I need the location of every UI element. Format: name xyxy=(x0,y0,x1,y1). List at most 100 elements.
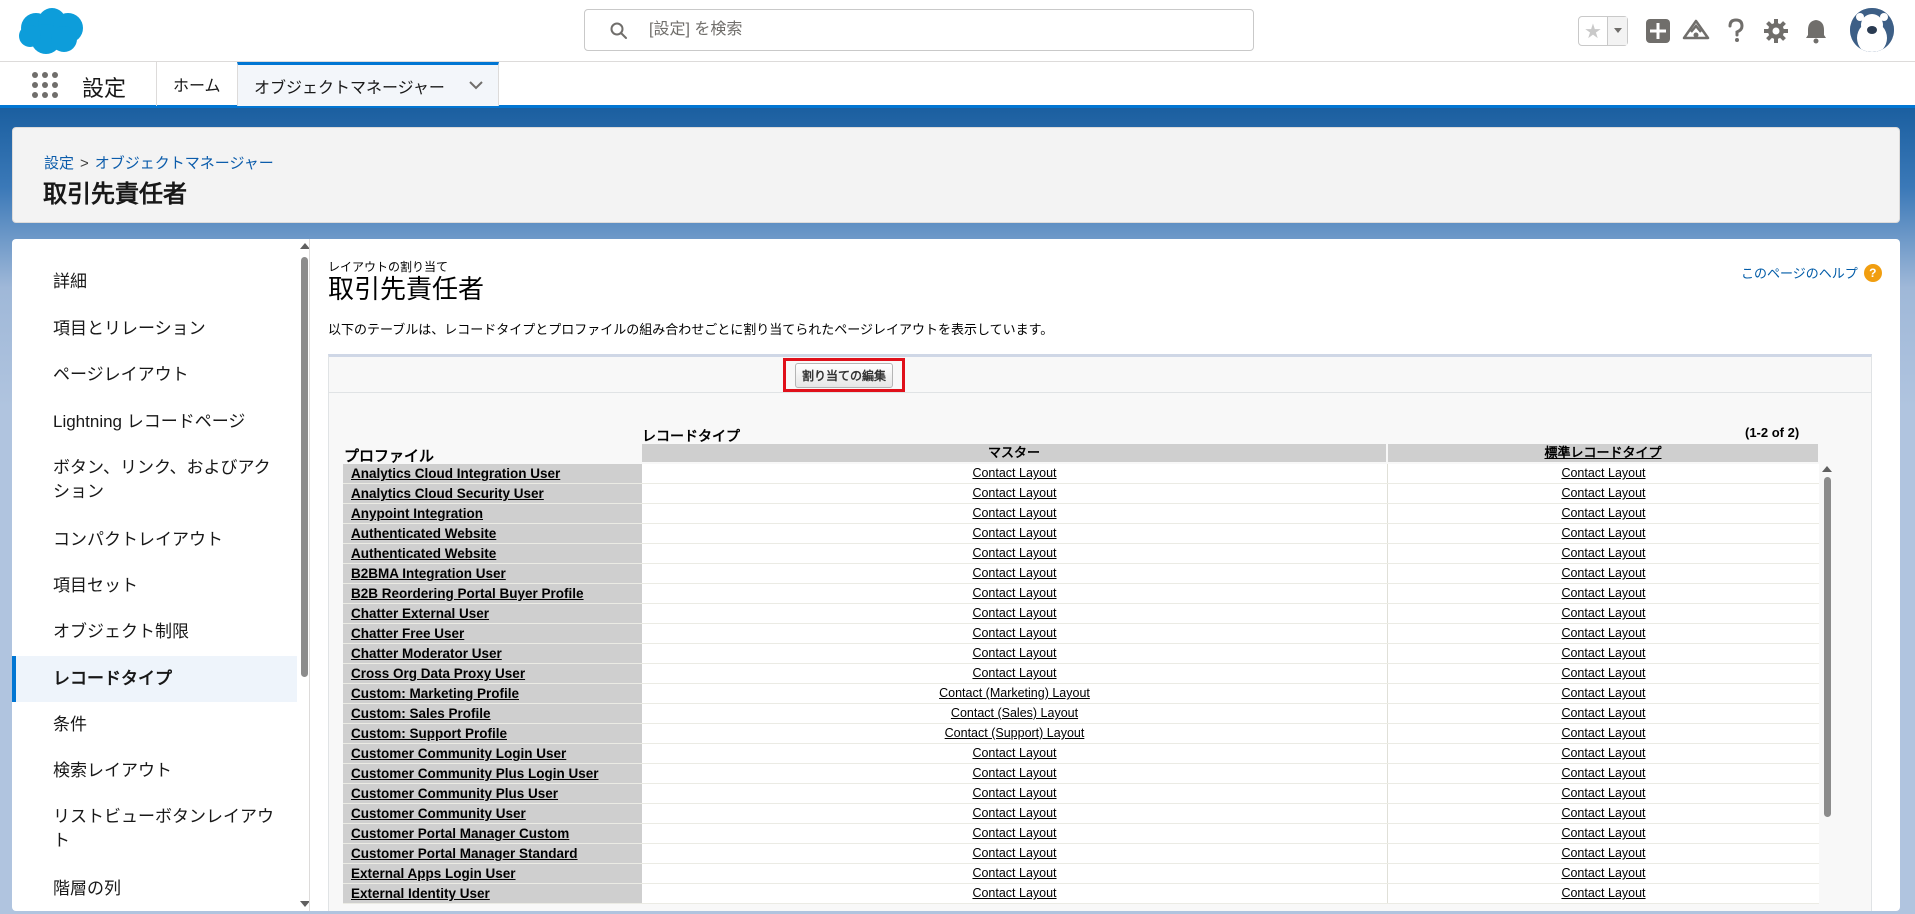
favorites-control[interactable]: ★ xyxy=(1578,16,1628,46)
sidebar-item-conditions[interactable]: 条件 xyxy=(12,713,297,737)
standard-layout-cell[interactable]: Contact Layout xyxy=(1388,624,1819,643)
master-layout-cell[interactable]: Contact Layout xyxy=(642,844,1388,863)
standard-layout-cell[interactable]: Contact Layout xyxy=(1388,684,1819,703)
standard-layout-cell[interactable]: Contact Layout xyxy=(1388,464,1819,483)
setup-button[interactable] xyxy=(1761,16,1791,46)
standard-layout-cell[interactable]: Contact Layout xyxy=(1388,504,1819,523)
sidebar-item-search-layouts[interactable]: 検索レイアウト xyxy=(12,759,297,783)
master-layout-cell[interactable]: Contact Layout xyxy=(642,484,1388,503)
sidebar-item-list-view-button-layout[interactable]: リストビューボタンレイアウ ト xyxy=(12,805,297,853)
breadcrumb-setup[interactable]: 設定 xyxy=(44,155,74,172)
search-input[interactable] xyxy=(649,18,1229,42)
breadcrumb-object-manager[interactable]: オブジェクトマネージャー xyxy=(95,155,274,172)
sidebar-item-hierarchy-columns[interactable]: 階層の列 xyxy=(12,877,297,901)
master-layout-cell[interactable]: Contact (Sales) Layout xyxy=(642,704,1388,723)
profile-cell[interactable]: Cross Org Data Proxy User xyxy=(343,664,642,683)
master-layout-cell[interactable]: Contact Layout xyxy=(642,524,1388,543)
profile-cell[interactable]: Custom: Sales Profile xyxy=(343,704,642,723)
scrollbar-thumb[interactable] xyxy=(1824,477,1831,817)
salesforce-logo-icon[interactable] xyxy=(16,6,88,56)
profile-cell[interactable]: Anypoint Integration xyxy=(343,504,642,523)
master-layout-cell[interactable]: Contact Layout xyxy=(642,644,1388,663)
column-header-standard-record-type[interactable]: 標準レコードタイプ xyxy=(1388,444,1818,462)
master-layout-cell[interactable]: Contact Layout xyxy=(642,744,1388,763)
profile-cell[interactable]: B2BMA Integration User xyxy=(343,564,642,583)
sidebar-item-buttons-links-actions[interactable]: ボタン、リンク、およびアク ション xyxy=(12,456,297,504)
profile-cell[interactable]: External Identity User xyxy=(343,884,642,903)
standard-layout-cell[interactable]: Contact Layout xyxy=(1388,824,1819,843)
profile-cell[interactable]: Analytics Cloud Integration User xyxy=(343,464,642,483)
standard-layout-cell[interactable]: Contact Layout xyxy=(1388,744,1819,763)
standard-layout-cell[interactable]: Contact Layout xyxy=(1388,844,1819,863)
master-layout-cell[interactable]: Contact Layout xyxy=(642,784,1388,803)
profile-cell[interactable]: Customer Community Plus User xyxy=(343,784,642,803)
scroll-up-arrow-icon[interactable] xyxy=(1822,466,1832,472)
master-layout-cell[interactable]: Contact Layout xyxy=(642,624,1388,643)
master-layout-cell[interactable]: Contact Layout xyxy=(642,504,1388,523)
sidebar-item-details[interactable]: 詳細 xyxy=(12,270,297,294)
user-avatar[interactable] xyxy=(1850,8,1894,52)
master-layout-cell[interactable]: Contact Layout xyxy=(642,764,1388,783)
table-scrollbar[interactable] xyxy=(1820,462,1834,911)
scroll-down-arrow-icon[interactable] xyxy=(300,901,309,907)
app-launcher-icon[interactable] xyxy=(32,72,58,98)
sidebar-item-lightning-record-pages[interactable]: Lightning レコードページ xyxy=(12,410,297,434)
master-layout-cell[interactable]: Contact Layout xyxy=(642,584,1388,603)
standard-layout-cell[interactable]: Contact Layout xyxy=(1388,484,1819,503)
profile-cell[interactable]: Custom: Marketing Profile xyxy=(343,684,642,703)
profile-cell[interactable]: Authenticated Website xyxy=(343,544,642,563)
standard-layout-cell[interactable]: Contact Layout xyxy=(1388,564,1819,583)
scroll-up-arrow-icon[interactable] xyxy=(300,243,309,249)
sidebar-scrollbar[interactable] xyxy=(298,239,309,911)
master-layout-cell[interactable]: Contact Layout xyxy=(642,804,1388,823)
profile-cell[interactable]: Chatter Moderator User xyxy=(343,644,642,663)
master-layout-cell[interactable]: Contact Layout xyxy=(642,604,1388,623)
nav-tab-object-manager[interactable]: オブジェクトマネージャー xyxy=(237,62,499,106)
profile-cell[interactable]: Customer Portal Manager Custom xyxy=(343,824,642,843)
help-for-this-page[interactable]: このページのヘルプ ? xyxy=(1741,263,1882,282)
standard-layout-cell[interactable]: Contact Layout xyxy=(1388,604,1819,623)
profile-cell[interactable]: Customer Community Plus Login User xyxy=(343,764,642,783)
trailhead-button[interactable] xyxy=(1681,16,1711,46)
master-layout-cell[interactable]: Contact Layout xyxy=(642,664,1388,683)
standard-layout-cell[interactable]: Contact Layout xyxy=(1388,544,1819,563)
sidebar-item-field-sets[interactable]: 項目セット xyxy=(12,574,297,598)
profile-cell[interactable]: Analytics Cloud Security User xyxy=(343,484,642,503)
nav-tab-home[interactable]: ホーム xyxy=(156,62,237,106)
master-layout-cell[interactable]: Contact Layout xyxy=(642,824,1388,843)
master-layout-cell[interactable]: Contact Layout xyxy=(642,864,1388,883)
master-layout-cell[interactable]: Contact Layout xyxy=(642,884,1388,903)
chevron-down-icon[interactable] xyxy=(468,77,484,93)
master-layout-cell[interactable]: Contact (Support) Layout xyxy=(642,724,1388,743)
profile-cell[interactable]: Customer Community Login User xyxy=(343,744,642,763)
standard-layout-cell[interactable]: Contact Layout xyxy=(1388,664,1819,683)
global-search[interactable] xyxy=(584,9,1254,51)
standard-layout-cell[interactable]: Contact Layout xyxy=(1388,524,1819,543)
star-icon[interactable]: ★ xyxy=(1579,17,1607,45)
standard-layout-cell[interactable]: Contact Layout xyxy=(1388,724,1819,743)
profile-cell[interactable]: Authenticated Website xyxy=(343,524,642,543)
standard-layout-cell[interactable]: Contact Layout xyxy=(1388,764,1819,783)
sidebar-item-page-layouts[interactable]: ページレイアウト xyxy=(12,363,297,387)
standard-layout-cell[interactable]: Contact Layout xyxy=(1388,584,1819,603)
help-button[interactable] xyxy=(1721,16,1751,46)
standard-layout-cell[interactable]: Contact Layout xyxy=(1388,884,1819,903)
help-question-icon[interactable]: ? xyxy=(1863,263,1882,282)
sidebar-item-compact-layouts[interactable]: コンパクトレイアウト xyxy=(12,528,297,552)
sidebar-item-fields-relationships[interactable]: 項目とリレーション xyxy=(12,317,297,341)
profile-cell[interactable]: Chatter Free User xyxy=(343,624,642,643)
profile-cell[interactable]: Customer Portal Manager Standard xyxy=(343,844,642,863)
standard-layout-cell[interactable]: Contact Layout xyxy=(1388,784,1819,803)
master-layout-cell[interactable]: Contact (Marketing) Layout xyxy=(642,684,1388,703)
standard-layout-cell[interactable]: Contact Layout xyxy=(1388,804,1819,823)
scrollbar-thumb[interactable] xyxy=(301,257,308,677)
standard-layout-cell[interactable]: Contact Layout xyxy=(1388,704,1819,723)
notifications-button[interactable] xyxy=(1801,16,1831,46)
profile-cell[interactable]: External Apps Login User xyxy=(343,864,642,883)
standard-layout-cell[interactable]: Contact Layout xyxy=(1388,864,1819,883)
master-layout-cell[interactable]: Contact Layout xyxy=(642,544,1388,563)
standard-layout-cell[interactable]: Contact Layout xyxy=(1388,644,1819,663)
profile-cell[interactable]: Custom: Support Profile xyxy=(343,724,642,743)
global-actions-button[interactable] xyxy=(1643,16,1673,46)
help-link[interactable]: このページのヘルプ xyxy=(1741,263,1858,282)
